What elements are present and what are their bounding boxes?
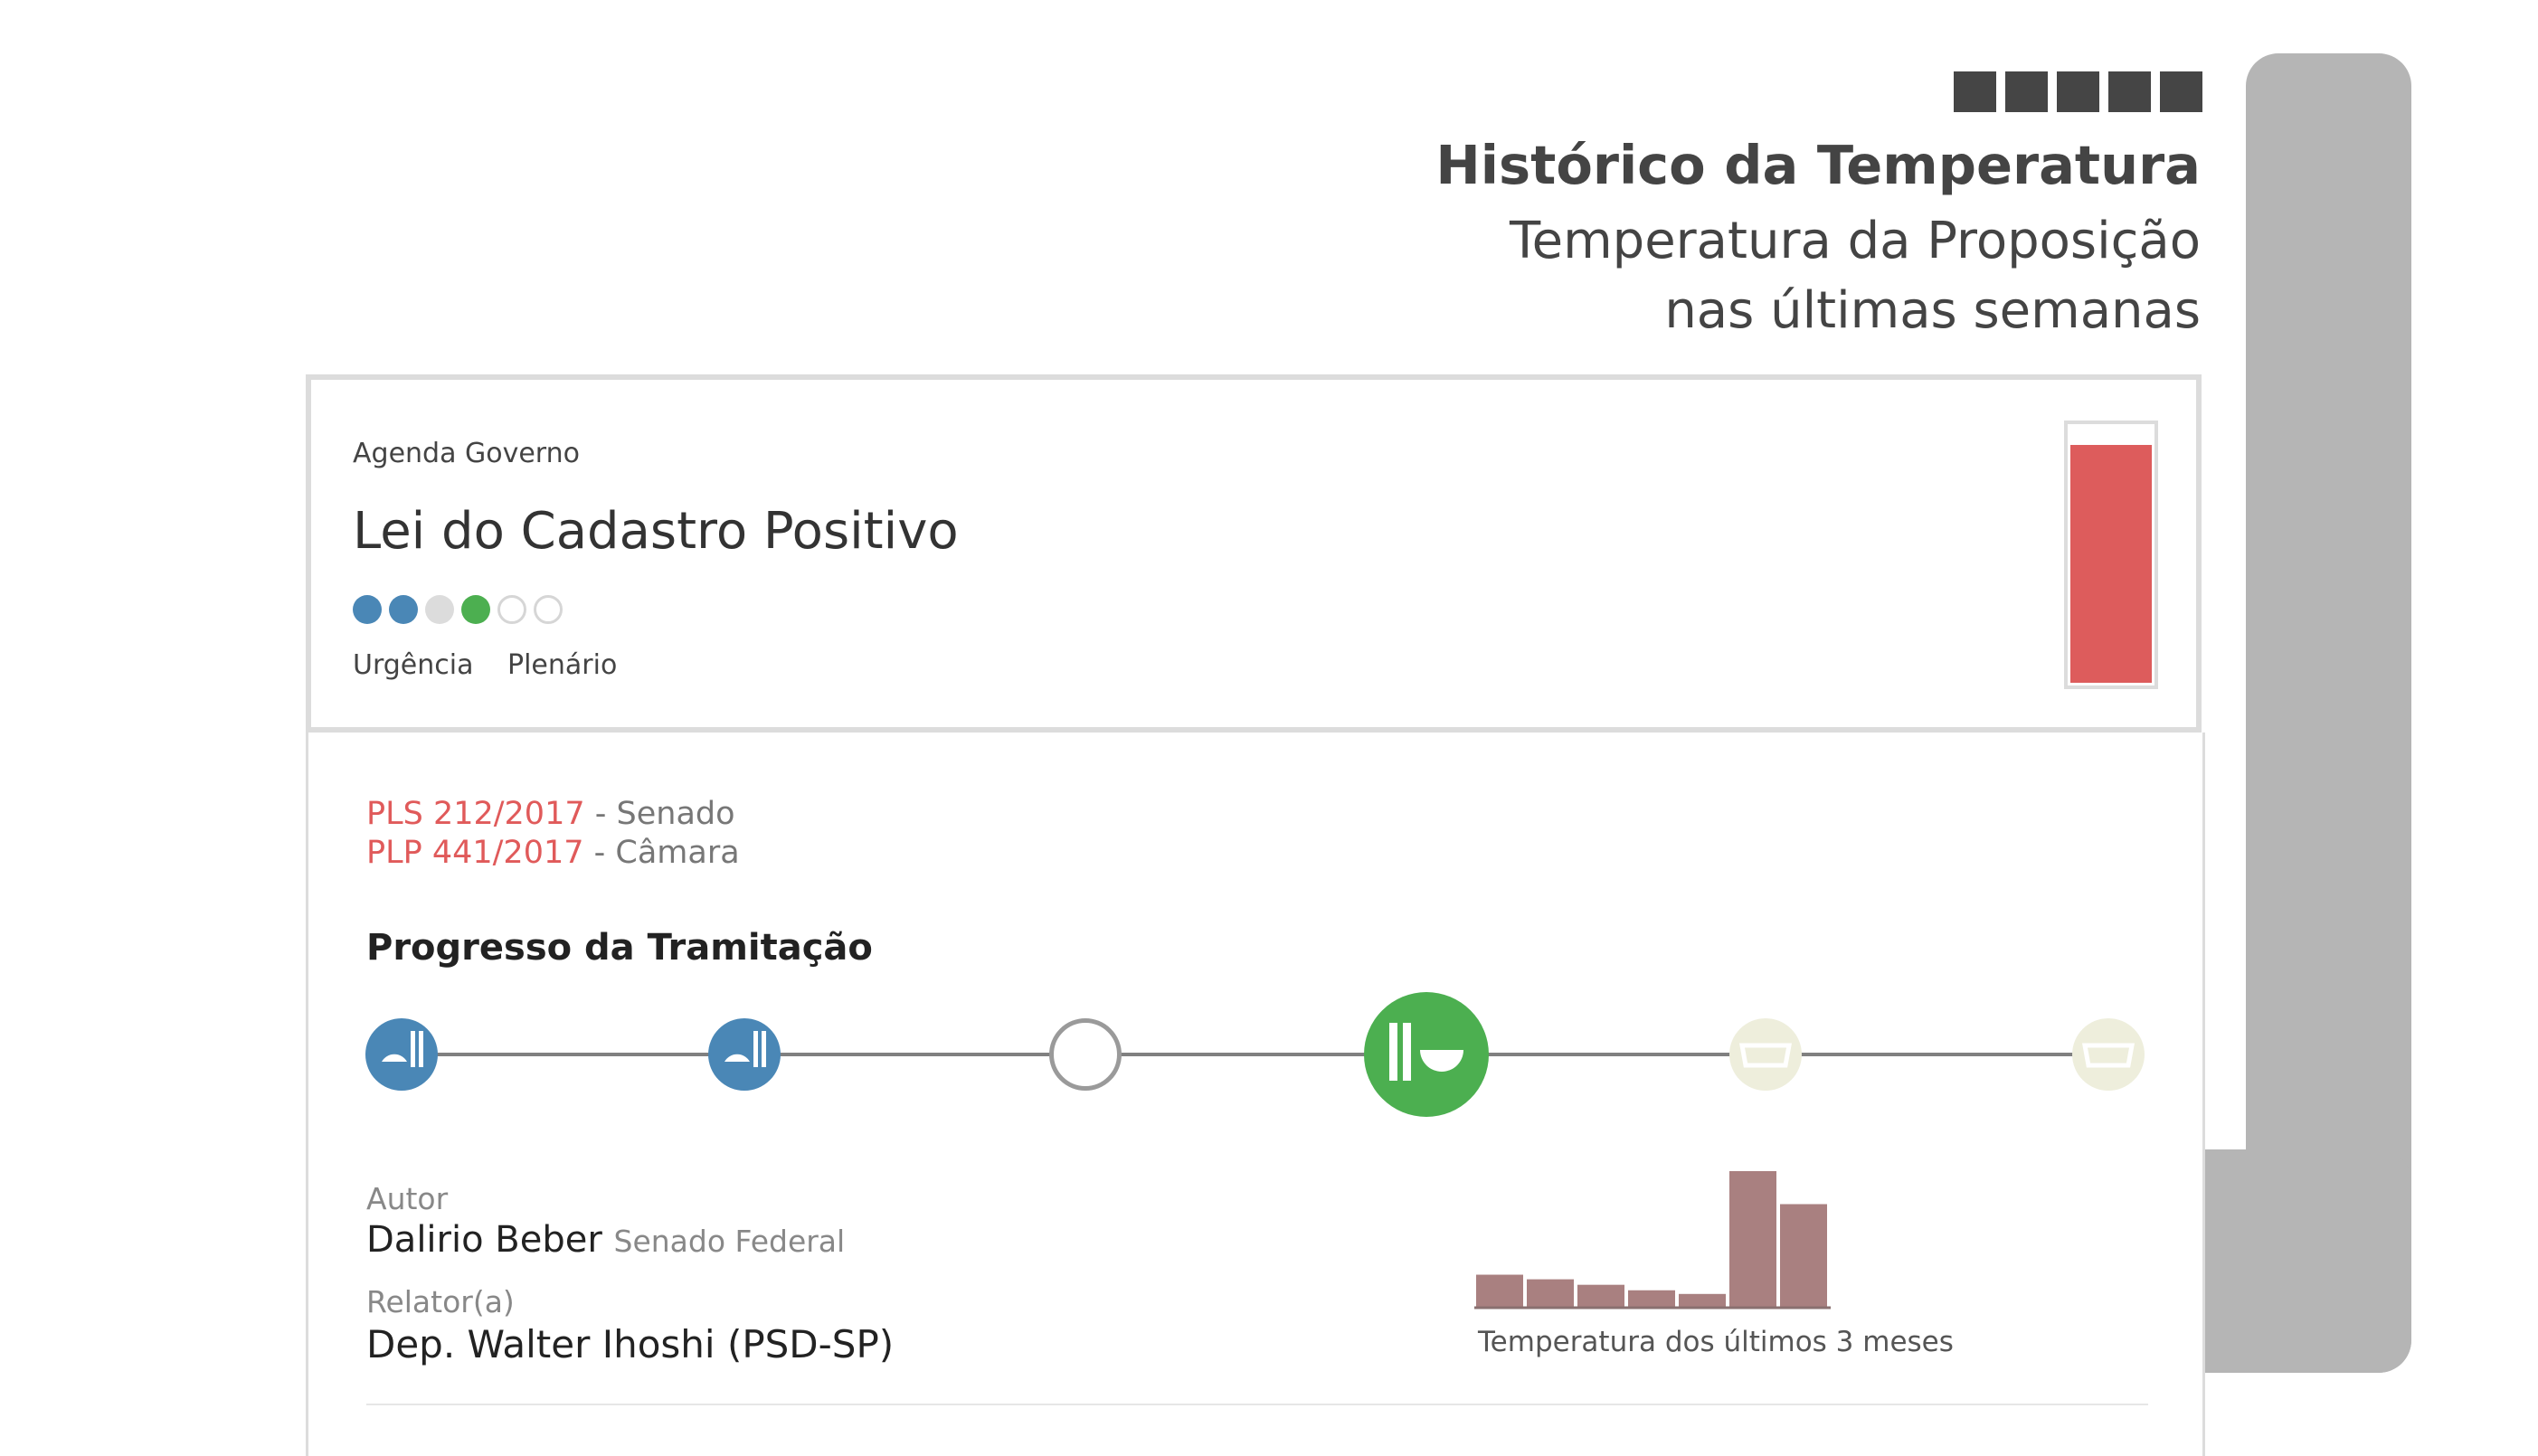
indicator-square	[2057, 71, 2099, 112]
label-plenario: Plenário	[507, 649, 618, 681]
status-dot-blue	[353, 595, 382, 624]
proposition-code[interactable]: PLS 212/2017	[366, 796, 585, 832]
status-dot-green	[461, 595, 490, 624]
author-organization: Senado Federal	[613, 1224, 846, 1259]
histogram-bar	[1577, 1284, 1624, 1307]
indicator-square	[2005, 71, 2048, 112]
plenary-icon	[1389, 1023, 1463, 1081]
indicator-square	[2108, 71, 2151, 112]
label-urgencia: Urgência	[353, 649, 474, 681]
senate-icon	[724, 1031, 766, 1067]
histogram-bar	[1476, 1274, 1523, 1307]
status-dot-blue	[389, 595, 418, 624]
status-dot-empty	[534, 595, 563, 624]
author: Dalirio Beber Senado Federal	[366, 1219, 845, 1261]
histogram-bar	[1628, 1290, 1675, 1307]
step-node-done[interactable]	[708, 1018, 781, 1091]
step-node-future[interactable]	[1729, 1018, 1802, 1091]
author-name: Dalirio Beber	[366, 1219, 602, 1261]
status-dot-empty	[497, 595, 526, 624]
proposition-house: - Senado	[584, 796, 735, 832]
proposition-code[interactable]: PLP 441/2017	[366, 835, 584, 871]
temperature-indicator-squares	[1954, 71, 2202, 112]
rapporteur-name: Dep. Walter Ihoshi (PSD-SP)	[366, 1322, 895, 1366]
senate-icon	[382, 1031, 423, 1067]
chart-caption: Temperatura dos últimos 3 meses	[1478, 1326, 1954, 1358]
status-dots	[353, 595, 563, 624]
page-title: Histórico da Temperatura	[1435, 134, 2201, 196]
rapporteur-label: Relator(a)	[366, 1284, 515, 1319]
histogram-bar	[1729, 1171, 1776, 1307]
author-label: Autor	[366, 1181, 449, 1216]
step-node-done[interactable]	[365, 1018, 438, 1091]
progress-title: Progresso da Tramitação	[366, 927, 873, 969]
histogram-bar	[1679, 1293, 1726, 1307]
thermometer-fill	[2070, 445, 2152, 683]
step-node-future[interactable]	[2072, 1018, 2145, 1091]
step-node-current[interactable]	[1364, 992, 1489, 1117]
histogram-bar	[1780, 1204, 1827, 1307]
subtitle-line-1: Temperatura da Proposição	[1509, 212, 2201, 270]
chamber-icon	[1739, 1043, 1792, 1068]
chamber-icon	[2082, 1043, 2135, 1068]
proposition-camara[interactable]: PLP 441/2017 - Câmara	[366, 835, 740, 871]
subtitle-line-2: nas últimas semanas	[1664, 281, 2201, 340]
temperature-thermometer	[2064, 421, 2158, 689]
histogram-bar	[1527, 1279, 1574, 1307]
progress-track	[398, 1053, 2107, 1056]
indicator-square	[1954, 71, 1996, 112]
proposal-title[interactable]: Lei do Cadastro Positivo	[353, 502, 959, 561]
indicator-square	[2160, 71, 2202, 112]
divider	[366, 1404, 2148, 1405]
proposition-house: - Câmara	[583, 835, 740, 871]
proposition-senado[interactable]: PLS 212/2017 - Senado	[366, 796, 735, 832]
agenda-label: Agenda Governo	[353, 438, 580, 469]
status-dot-grey	[425, 595, 454, 624]
temperature-history-chart	[1474, 1171, 1831, 1309]
page-subtitle: Temperatura da Proposição nas últimas se…	[1510, 206, 2201, 345]
step-node-pending[interactable]	[1049, 1018, 1122, 1091]
